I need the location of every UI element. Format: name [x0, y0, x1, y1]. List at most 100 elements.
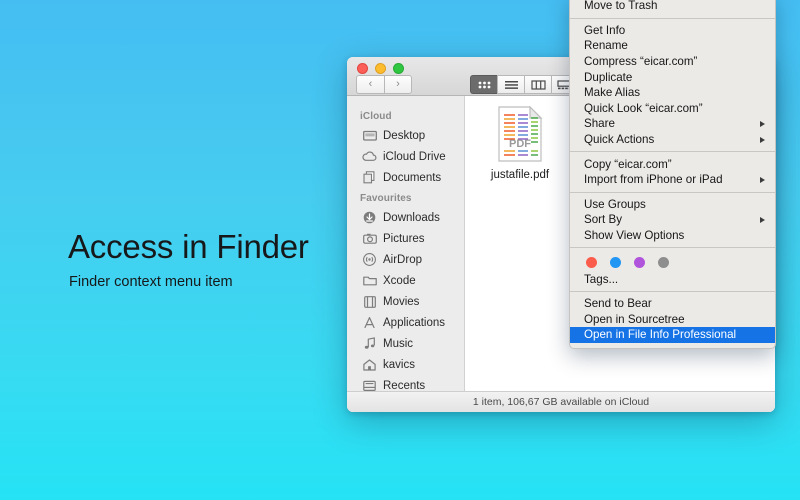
navigation-buttons: ‹ ›	[356, 75, 412, 94]
airdrop-icon	[362, 253, 377, 267]
menu-item-label: Quick Look “eicar.com”	[584, 101, 703, 115]
home-icon	[362, 358, 377, 372]
menu-item-show-view-options[interactable]: Show View Options	[570, 228, 775, 244]
cloud-icon	[362, 150, 377, 164]
menu-item-label: Tags...	[584, 272, 619, 286]
forward-button[interactable]: ›	[384, 75, 412, 94]
sidebar-item-recents[interactable]: Recents	[347, 375, 464, 391]
sidebar-section-favourites: Favourites	[360, 193, 412, 204]
sidebar-item-icloud-drive[interactable]: iCloud Drive	[347, 146, 464, 167]
sidebar-item-airdrop[interactable]: AirDrop	[347, 249, 464, 270]
menu-item-label: Show View Options	[584, 229, 685, 243]
downloads-icon	[362, 211, 377, 225]
sidebar-item-label: kavics	[383, 358, 415, 371]
minimize-button[interactable]	[375, 63, 386, 74]
applications-icon	[362, 316, 377, 330]
menu-item-rename[interactable]: Rename	[570, 38, 775, 54]
menu-item-label: Move to Trash	[584, 0, 658, 13]
column-view-button[interactable]	[524, 75, 551, 94]
submenu-arrow-icon	[760, 176, 765, 183]
sidebar-item-movies[interactable]: Movies	[347, 291, 464, 312]
sidebar-item-applications[interactable]: Applications	[347, 312, 464, 333]
menu-item-label: Open in Sourcetree	[584, 312, 685, 326]
icon-view-icon	[478, 81, 490, 88]
menu-item-get-info[interactable]: Get Info	[570, 23, 775, 39]
menu-item-label: Duplicate	[584, 70, 633, 84]
camera-icon	[362, 232, 377, 246]
sidebar-section-icloud: iCloud	[360, 111, 392, 122]
finder-status-bar: 1 item, 106,67 GB available on iCloud	[347, 391, 775, 412]
close-button[interactable]	[357, 63, 368, 74]
recents-icon	[362, 379, 377, 392]
menu-item-make-alias[interactable]: Make Alias	[570, 85, 775, 101]
menu-separator	[570, 17, 775, 19]
sidebar-item-label: iCloud Drive	[383, 150, 446, 163]
menu-item-quick-actions[interactable]: Quick Actions	[570, 132, 775, 148]
file-name-label: justafile.pdf	[490, 169, 550, 181]
menu-item-open-in-file-info-professional[interactable]: Open in File Info Professional	[570, 327, 775, 343]
menu-item-label: Import from iPhone or iPad	[584, 173, 723, 187]
window-controls	[357, 63, 404, 74]
music-icon	[362, 337, 377, 351]
menu-item-use-groups[interactable]: Use Groups	[570, 197, 775, 213]
movies-icon	[362, 295, 377, 309]
zoom-button[interactable]	[393, 63, 404, 74]
sidebar-item-label: Documents	[383, 171, 442, 184]
menu-item-open-in-sourcetree[interactable]: Open in Sourcetree	[570, 312, 775, 328]
tag-gray-swatch[interactable]	[658, 257, 669, 269]
tag-purple-swatch[interactable]	[634, 257, 645, 269]
menu-item-label: Get Info	[584, 23, 626, 37]
menu-item-label: Copy “eicar.com”	[584, 157, 672, 171]
list-view-icon	[504, 80, 518, 89]
menu-item-label: Make Alias	[584, 86, 641, 100]
view-mode-buttons	[470, 75, 578, 94]
list-view-button[interactable]	[497, 75, 524, 94]
column-view-icon	[530, 79, 546, 90]
menu-item-label: Quick Actions	[584, 133, 655, 147]
sidebar-item-kavics[interactable]: kavics	[347, 354, 464, 375]
menu-item-label: Use Groups	[584, 197, 646, 211]
menu-item-send-to-bear[interactable]: Send to Bear	[570, 296, 775, 312]
menu-item-duplicate[interactable]: Duplicate	[570, 69, 775, 85]
icon-view-button[interactable]	[470, 75, 497, 94]
menu-item-copy[interactable]: Copy “eicar.com”	[570, 156, 775, 172]
menu-item-label: Rename	[584, 39, 628, 53]
menu-item-label: Sort By	[584, 213, 623, 227]
menu-item-label: Share	[584, 117, 615, 131]
menu-item-label: Send to Bear	[584, 297, 652, 311]
sidebar-item-label: Recents	[383, 379, 426, 392]
menu-item-move-to-trash[interactable]: Move to Trash	[570, 0, 775, 14]
finder-context-menu: Move to Trash Get Info Rename Compress “…	[569, 0, 776, 349]
sidebar-item-desktop[interactable]: Desktop	[347, 125, 464, 146]
menu-item-share[interactable]: Share	[570, 116, 775, 132]
documents-icon	[362, 171, 377, 185]
sidebar-item-pictures[interactable]: Pictures	[347, 228, 464, 249]
page-title: Access in Finder	[68, 228, 309, 265]
page-subtitle: Finder context menu item	[69, 274, 233, 290]
svg-text:PDF: PDF	[509, 138, 531, 150]
sidebar-item-label: Desktop	[383, 129, 426, 142]
sidebar-item-xcode[interactable]: Xcode	[347, 270, 464, 291]
menu-separator	[570, 151, 775, 153]
menu-item-label: Open in File Info Professional	[584, 328, 737, 342]
back-button[interactable]: ‹	[356, 75, 384, 94]
menu-item-compress[interactable]: Compress “eicar.com”	[570, 54, 775, 70]
sidebar-item-downloads[interactable]: Downloads	[347, 207, 464, 228]
sidebar-item-label: Movies	[383, 295, 420, 308]
submenu-arrow-icon	[760, 120, 765, 127]
tag-blue-swatch[interactable]	[610, 257, 621, 269]
tag-color-swatches	[570, 252, 775, 271]
sidebar-item-label: AirDrop	[383, 253, 422, 266]
menu-item-sort-by[interactable]: Sort By	[570, 212, 775, 228]
promo-screenshot: Access in Finder Finder context menu ite…	[0, 0, 800, 500]
desktop-icon	[362, 129, 377, 143]
menu-item-tags[interactable]: Tags...	[570, 271, 775, 287]
file-item[interactable]: PDF justafile.pdf	[477, 105, 563, 181]
tag-red-swatch[interactable]	[586, 257, 597, 269]
sidebar-item-music[interactable]: Music	[347, 333, 464, 354]
sidebar-item-documents[interactable]: Documents	[347, 167, 464, 188]
sidebar-item-label: Applications	[383, 316, 446, 329]
menu-item-quick-look[interactable]: Quick Look “eicar.com”	[570, 101, 775, 117]
menu-item-import-from-iphone[interactable]: Import from iPhone or iPad	[570, 172, 775, 188]
finder-sidebar: iCloud Desktop iCloud Drive Documents Fa…	[347, 96, 465, 391]
